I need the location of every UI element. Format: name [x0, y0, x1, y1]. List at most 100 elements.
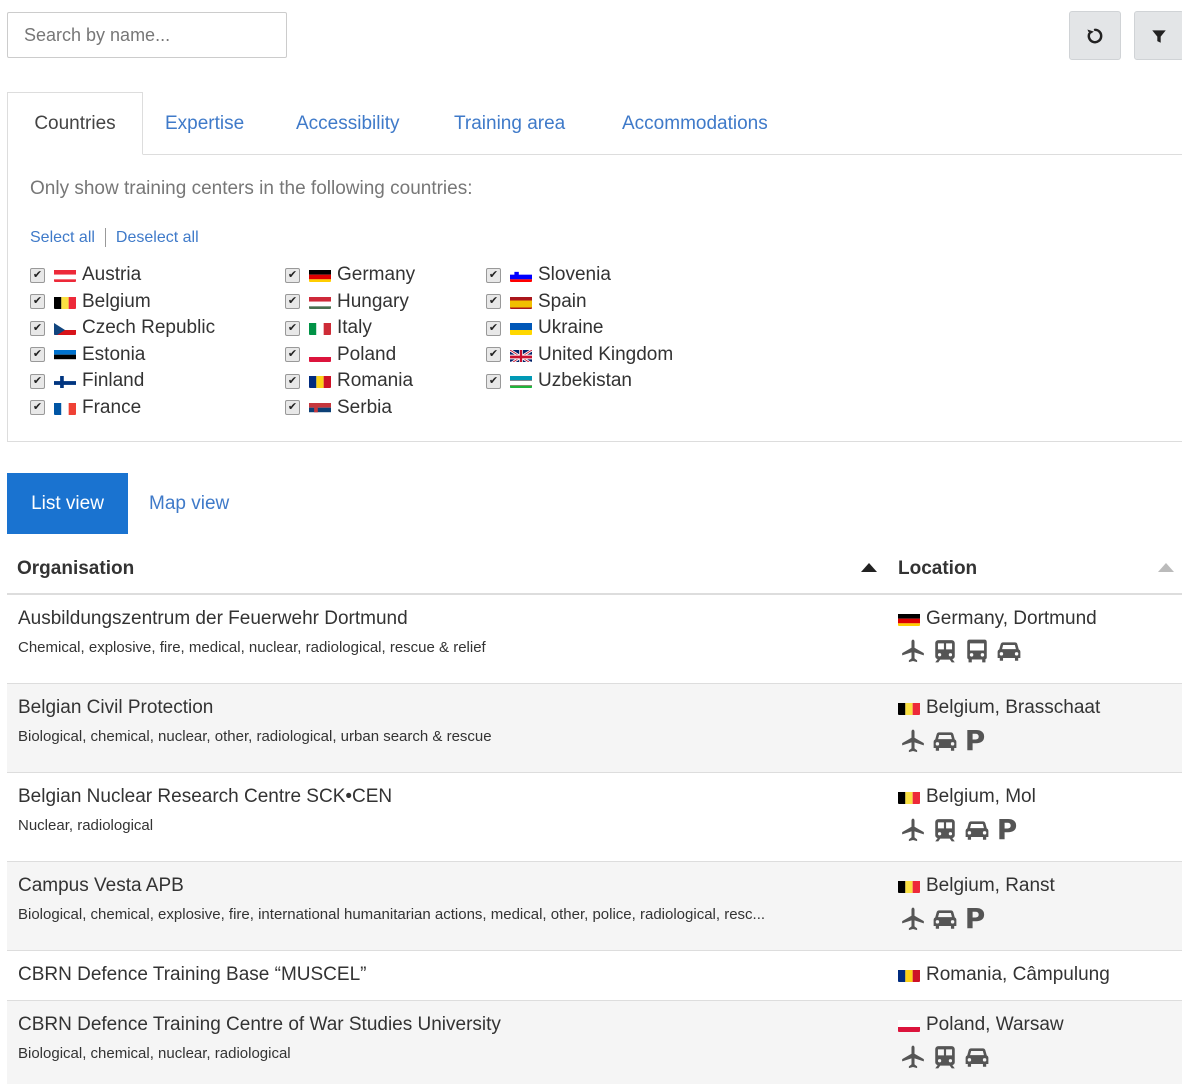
country-checkbox-item[interactable]: ✔ United Kingdom [486, 342, 673, 369]
location-text: Poland, Warsaw [926, 1014, 1064, 1035]
train-icon [932, 1044, 958, 1070]
checkbox[interactable]: ✔ [285, 347, 300, 363]
country-label: Estonia [82, 343, 146, 365]
table-row[interactable]: Belgian Nuclear Research Centre SCK•CEN N… [7, 773, 1182, 862]
country-column-1: ✔ Austria ✔ Belgium ✔ Czech Republic ✔ Estonia ✔… [30, 262, 215, 421]
checkbox[interactable]: ✔ [30, 294, 45, 310]
country-checkbox-item[interactable]: ✔ Serbia [285, 395, 415, 422]
organisation-name[interactable]: CBRN Defence Training Base “MUSCEL” [18, 964, 366, 986]
filter-button[interactable] [1134, 11, 1182, 60]
table-row[interactable]: Belgian Civil Protection Biological, chem… [7, 684, 1182, 773]
reset-button[interactable] [1069, 11, 1121, 60]
country-label: Finland [82, 370, 145, 392]
country-column-2: ✔ Germany ✔ Hungary ✔ Italy ✔ Poland ✔ Romania ✔ Se… [285, 262, 415, 421]
country-checkbox-item[interactable]: ✔ Hungary [285, 289, 415, 316]
flag-icon [510, 348, 532, 362]
checkbox[interactable]: ✔ [285, 294, 300, 310]
country-label: Hungary [337, 290, 409, 312]
tab-map-view[interactable]: Map view [149, 473, 229, 534]
tab-training-area[interactable]: Training area [454, 92, 565, 155]
table-row[interactable]: CBRN Defence Training Centre of War Stud… [7, 1001, 1182, 1084]
country-checkbox-item[interactable]: ✔ Romania [285, 368, 415, 395]
country-label: Italy [337, 317, 372, 339]
sort-asc-icon[interactable] [861, 563, 877, 572]
country-checkbox-item[interactable]: ✔ Estonia [30, 342, 215, 369]
plane-icon [900, 1044, 926, 1070]
checkbox[interactable]: ✔ [30, 267, 45, 283]
flag-icon [510, 321, 532, 336]
checkbox[interactable]: ✔ [30, 400, 45, 416]
organisation-name[interactable]: Campus Vesta APB [18, 875, 184, 897]
country-checkbox-item[interactable]: ✔ Czech Republic [30, 315, 215, 342]
country-checkbox-item[interactable]: ✔ Germany [285, 262, 415, 289]
table-body: Ausbildungszentrum der Feuerwehr Dortmun… [7, 595, 1182, 1084]
flag-icon [309, 295, 331, 309]
sort-icon[interactable] [1158, 563, 1174, 572]
accessibility-icons [900, 1044, 990, 1070]
checkbox[interactable]: ✔ [486, 347, 501, 363]
checkbox[interactable]: ✔ [486, 294, 501, 310]
country-checkbox-item[interactable]: ✔ Finland [30, 368, 215, 395]
checkbox[interactable]: ✔ [285, 373, 300, 389]
checkbox[interactable]: ✔ [486, 320, 501, 336]
organisation-header[interactable]: Organisation [17, 545, 134, 593]
tab-expertise[interactable]: Expertise [165, 92, 244, 155]
expertise-tags: Biological, chemical, explosive, fire, i… [18, 906, 766, 923]
car-icon [964, 1044, 990, 1070]
checkbox[interactable]: ✔ [30, 373, 45, 389]
country-column-3: ✔ Slovenia ✔ Spain ✔ Ukraine ✔ United Kingdom ✔ U… [486, 262, 673, 395]
country-checkbox-item[interactable]: ✔ France [30, 395, 215, 422]
country-label: Romania [337, 370, 414, 392]
plane-icon [900, 728, 926, 754]
checkbox[interactable]: ✔ [30, 320, 45, 336]
flag-icon [898, 968, 920, 982]
table-row[interactable]: CBRN Defence Training Base “MUSCEL” Roman… [7, 951, 1182, 1001]
training-centers-table: Organisation Location Ausbildungszentrum… [7, 545, 1182, 1084]
flag-icon [309, 374, 331, 389]
tab-accessibility[interactable]: Accessibility [296, 92, 399, 155]
organisation-name[interactable]: Ausbildungszentrum der Feuerwehr Dortmun… [18, 608, 408, 630]
flag-icon [309, 268, 331, 283]
country-checkbox-item[interactable]: ✔ Uzbekistan [486, 368, 673, 395]
country-label: France [82, 396, 142, 418]
country-checkbox-item[interactable]: ✔ Slovenia [486, 262, 673, 289]
table-row[interactable]: Ausbildungszentrum der Feuerwehr Dortmun… [7, 595, 1182, 684]
car-icon [932, 728, 958, 754]
reset-icon [1087, 28, 1103, 43]
country-label: Slovenia [538, 264, 611, 286]
car-icon [964, 817, 990, 843]
select-all-link[interactable]: Select all [30, 229, 95, 247]
organisation-name[interactable]: Belgian Civil Protection [18, 697, 213, 719]
checkbox[interactable]: ✔ [285, 267, 300, 283]
table-row[interactable]: Campus Vesta APB Biological, chemical, ex… [7, 862, 1182, 951]
country-checkbox-item[interactable]: ✔ Austria [30, 262, 215, 289]
country-checkbox-item[interactable]: ✔ Spain [486, 289, 673, 316]
parking-icon: P [964, 902, 986, 935]
checkbox[interactable]: ✔ [30, 347, 45, 363]
checkbox[interactable]: ✔ [486, 373, 501, 389]
organisation-name[interactable]: Belgian Nuclear Research Centre SCK•CEN [18, 786, 392, 808]
countries-filter-panel: Only show training centers in the follow… [7, 154, 1182, 442]
country-checkbox-item[interactable]: ✔ Poland [285, 342, 415, 369]
checkbox[interactable]: ✔ [486, 267, 501, 283]
accessibility-icons: P [900, 816, 1018, 844]
country-checkbox-item[interactable]: ✔ Belgium [30, 289, 215, 316]
tab-countries[interactable]: Countries [7, 92, 143, 155]
flag-icon [54, 268, 76, 283]
checkbox[interactable]: ✔ [285, 320, 300, 336]
parking-icon: P [964, 724, 986, 757]
organisation-name[interactable]: CBRN Defence Training Centre of War Stud… [18, 1014, 501, 1036]
checkbox[interactable]: ✔ [285, 400, 300, 416]
country-label: Poland [337, 343, 397, 365]
selection-links: Select all Deselect all [30, 228, 199, 247]
deselect-all-link[interactable]: Deselect all [116, 229, 199, 247]
country-checkbox-item[interactable]: ✔ Italy [285, 315, 415, 342]
accessibility-icons: P [900, 905, 986, 933]
search-input[interactable] [7, 12, 287, 58]
tab-list-view[interactable]: List view [7, 473, 128, 534]
expertise-tags: Biological, chemical, nuclear, other, ra… [18, 728, 492, 745]
tab-accommodations[interactable]: Accommodations [622, 92, 768, 155]
country-checkbox-item[interactable]: ✔ Ukraine [486, 315, 673, 342]
location-header[interactable]: Location [898, 545, 977, 593]
expertise-tags: Chemical, explosive, fire, medical, nucl… [18, 639, 486, 656]
